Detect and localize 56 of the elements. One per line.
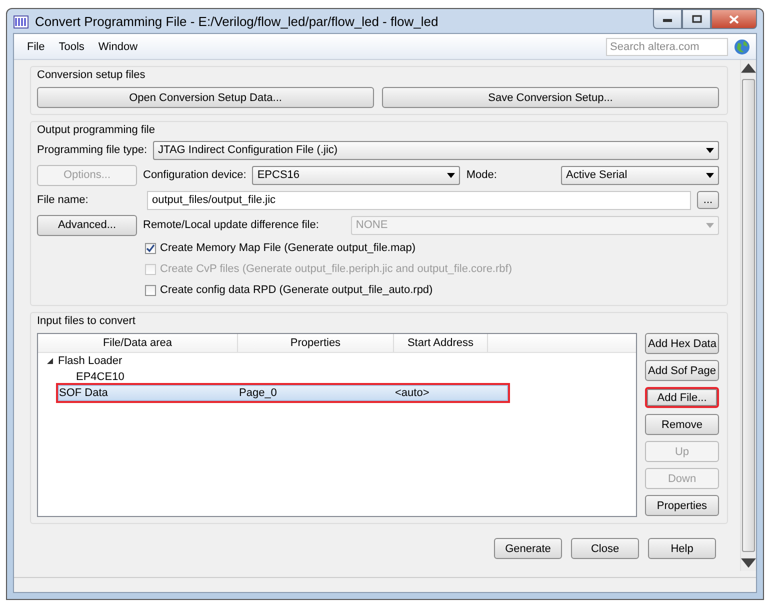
dropdown[interactable]: Active Serial bbox=[561, 166, 719, 184]
column-header[interactable]: File/Data area bbox=[38, 334, 238, 352]
menu-item[interactable]: File bbox=[20, 40, 52, 52]
window-title: Convert Programming File - E:/Verilog/flow_led/par/flow_led - flow_led bbox=[35, 14, 440, 28]
field-label: File name: bbox=[37, 194, 90, 206]
field-label: Programming file type: bbox=[37, 144, 148, 156]
tree-cell-text: SOF Data bbox=[59, 387, 109, 399]
minimize-button[interactable] bbox=[653, 9, 682, 29]
group-title: Output programming file bbox=[37, 124, 156, 136]
column-header[interactable]: Start Address bbox=[394, 334, 488, 352]
expand-arrow-icon[interactable] bbox=[46, 357, 54, 365]
dialog-button[interactable]: Help bbox=[648, 538, 716, 559]
tree-cell-text: Page_0 bbox=[239, 387, 278, 399]
maximize-icon bbox=[692, 15, 702, 23]
browse-button[interactable]: ... bbox=[697, 191, 719, 209]
menu-item[interactable]: Window bbox=[91, 40, 145, 52]
search-field[interactable]: Search altera.com bbox=[606, 38, 728, 56]
tree-cell-text: Flash Loader bbox=[58, 355, 124, 367]
checkbox-label: Create config data RPD (Generate output_file_auto.rpd) bbox=[160, 284, 433, 296]
dialog-button[interactable]: Generate bbox=[494, 538, 562, 559]
checkbox-label: Create Memory Map File (Generate output_file.map) bbox=[160, 242, 416, 254]
dropdown[interactable]: JTAG Indirect Configuration File (.jic) bbox=[153, 140, 719, 160]
field-label: Remote/Local update difference file: bbox=[143, 219, 319, 231]
side-button[interactable]: Properties bbox=[645, 495, 719, 516]
close-icon bbox=[729, 14, 739, 24]
dropdown[interactable]: EPCS16 bbox=[252, 166, 460, 184]
caret-icon bbox=[706, 172, 714, 178]
side-button[interactable]: Add File... bbox=[645, 387, 719, 408]
group-title: Conversion setup files bbox=[37, 69, 146, 81]
advanced-button[interactable]: Advanced... bbox=[37, 214, 137, 236]
dialog-button[interactable]: Close bbox=[571, 538, 639, 559]
caret-icon bbox=[447, 172, 456, 178]
globe-icon bbox=[734, 38, 750, 54]
checkbox[interactable] bbox=[145, 242, 156, 254]
close-button[interactable] bbox=[711, 9, 757, 29]
setup-button[interactable]: Save Conversion Setup... bbox=[382, 87, 719, 108]
tree-cell-text: EP4CE10 bbox=[76, 371, 126, 383]
scrollbar[interactable] bbox=[740, 60, 756, 571]
side-button[interactable]: Add Sof Page bbox=[645, 360, 719, 381]
side-button[interactable]: Remove bbox=[645, 414, 719, 435]
side-button[interactable]: Add Hex Data bbox=[645, 333, 719, 354]
maximize-button[interactable] bbox=[682, 9, 711, 29]
menu-item[interactable]: Tools bbox=[52, 40, 92, 52]
app-icon bbox=[13, 13, 29, 29]
tree-cell: <auto> bbox=[395, 387, 430, 399]
caret-icon bbox=[706, 222, 714, 228]
column-header[interactable]: Properties bbox=[238, 334, 394, 352]
caret-icon bbox=[706, 148, 714, 152]
group-title: Input files to convert bbox=[37, 315, 136, 327]
setup-button[interactable]: Open Conversion Setup Data... bbox=[37, 87, 374, 108]
checkbox-label: Create CvP files (Generate output_file.periph.jic and output_file.core.rbf) bbox=[160, 263, 512, 275]
checkbox[interactable] bbox=[145, 284, 156, 296]
list-row[interactable]: SOF Data Page_0 <auto> bbox=[58, 385, 508, 401]
field-label: Configuration device: bbox=[143, 169, 246, 181]
field-label: Mode: bbox=[466, 169, 497, 181]
text-field[interactable]: output_files/output_file.jic bbox=[147, 190, 691, 210]
